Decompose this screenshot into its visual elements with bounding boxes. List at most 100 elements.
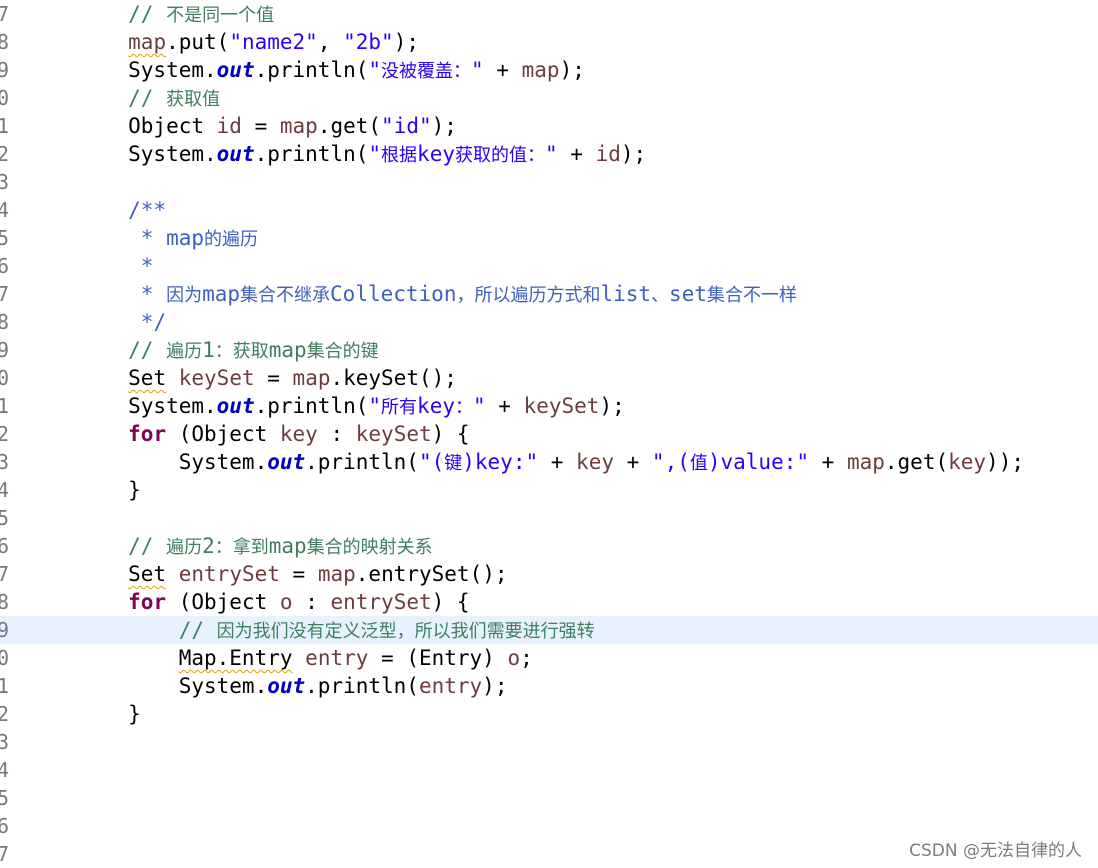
code-token: System.: [27, 674, 268, 698]
code-line[interactable]: 4 /**: [0, 196, 1098, 224]
code-token: System.: [27, 58, 217, 82]
code-line[interactable]: 3: [0, 728, 1098, 756]
code-editor[interactable]: 7 // 不是同一个值 8 map.put("name2", "2b"); 9 Sy…: [0, 0, 1098, 867]
code-token: key: [417, 394, 455, 418]
code-token: );: [559, 58, 585, 82]
code-token: map: [521, 58, 560, 82]
code-token: ": [472, 394, 486, 418]
code-token: "id": [381, 114, 432, 138]
code-token: :: [292, 590, 331, 614]
code-token: Set: [128, 562, 167, 586]
code-token: map: [317, 562, 356, 586]
code-token: o: [279, 590, 293, 614]
code-line[interactable]: 9 // 遍历1：获取map集合的键: [0, 336, 1098, 364]
code-text: System.out.println("所有key：" + keySet);: [27, 392, 1098, 422]
code-line[interactable]: 8 for (Object o : entrySet) {: [0, 588, 1098, 616]
code-text: Set entrySet = map.entrySet();: [27, 560, 1098, 588]
code-token: 值: [689, 453, 708, 474]
code-token: .println(: [254, 394, 369, 418]
code-text: System.out.println("(键)key:" + key + ",(…: [27, 448, 1098, 478]
code-token: .println(: [254, 58, 369, 82]
line-number: 8: [0, 310, 10, 334]
code-line[interactable]: 6 // 遍历2：拿到map集合的映射关系: [0, 532, 1098, 560]
code-line[interactable]: 3 System.out.println("(键)key:" + key + "…: [0, 448, 1098, 476]
code-token: ：拿到: [214, 537, 269, 558]
code-line[interactable]: 4: [0, 756, 1098, 784]
line-number: 6: [0, 254, 10, 278]
code-token: }: [27, 478, 141, 502]
line-number: 6: [0, 814, 10, 838]
code-line[interactable]: 0 // 获取值: [0, 84, 1098, 112]
code-line[interactable]: 7 // 不是同一个值: [0, 0, 1098, 28]
code-token: for: [128, 590, 167, 614]
code-line[interactable]: 8 map.put("name2", "2b");: [0, 28, 1098, 56]
code-line[interactable]: 7 * 因为map集合不继承Collection，所以遍历方式和list、set…: [0, 280, 1098, 308]
code-token: 集合不继承: [240, 285, 331, 306]
code-token: Object: [27, 114, 217, 138]
code-line[interactable]: 4 }: [0, 476, 1098, 504]
code-text: Object id = map.get("id");: [27, 112, 1098, 140]
line-number: 4: [0, 758, 10, 782]
code-token: key: [417, 142, 455, 166]
code-line[interactable]: 2 System.out.println("根据key获取的值：" + id);: [0, 140, 1098, 168]
code-token: ：: [454, 397, 473, 418]
code-line[interactable]: 0 Set keySet = map.keySet();: [0, 364, 1098, 392]
code-token: "(: [418, 450, 445, 474]
code-token: keySet: [523, 394, 600, 418]
code-line[interactable]: 5: [0, 504, 1098, 532]
code-line[interactable]: 1 System.out.println(entry);: [0, 672, 1098, 700]
code-text: System.out.println("根据key获取的值：" + id);: [27, 140, 1098, 170]
code-token: map: [846, 450, 885, 474]
code-token: 因为我们没有定义泛型，所以我们需要进行强转: [216, 621, 595, 642]
code-line[interactable]: 0 Map.Entry entry = (Entry) o;: [0, 644, 1098, 672]
code-line[interactable]: 5: [0, 784, 1098, 812]
code-line[interactable]: 2 for (Object key : keySet) {: [0, 420, 1098, 448]
code-line[interactable]: 9 System.out.println("没被覆盖：" + map);: [0, 56, 1098, 84]
line-number: 8: [0, 30, 10, 54]
code-token: key: [948, 450, 987, 474]
code-token: +: [538, 450, 577, 474]
code-line[interactable]: 1 System.out.println("所有key：" + keySet);: [0, 392, 1098, 420]
code-token: 因为: [166, 285, 203, 306]
code-line[interactable]: 1 Object id = map.get("id");: [0, 112, 1098, 140]
code-token: = (Entry): [368, 646, 508, 670]
code-token: }: [27, 702, 141, 726]
code-token: Collection: [330, 282, 457, 306]
code-token: ) {: [431, 590, 470, 614]
line-number: 7: [0, 2, 10, 26]
code-token: map: [268, 338, 307, 362]
line-number: 7: [0, 842, 10, 866]
line-number: 4: [0, 198, 10, 222]
line-number: 0: [0, 86, 10, 110]
code-token: ": [368, 58, 382, 82]
code-token: .get(: [317, 114, 382, 138]
line-number: 5: [0, 786, 10, 810]
code-text: map.put("name2", "2b");: [27, 28, 1098, 56]
code-token: =: [254, 366, 293, 390]
line-number: 2: [0, 422, 10, 446]
code-text: */: [27, 308, 1098, 336]
current-line[interactable]: 9 // 因为我们没有定义泛型，所以我们需要进行强转: [0, 616, 1098, 644]
code-line[interactable]: 6 *: [0, 252, 1098, 280]
code-line[interactable]: 2 }: [0, 700, 1098, 728]
code-line[interactable]: 8 */: [0, 308, 1098, 336]
code-token: set: [669, 282, 707, 306]
code-line[interactable]: 3: [0, 168, 1098, 196]
code-token: /**: [128, 198, 167, 222]
code-token: Set: [128, 366, 167, 390]
code-line[interactable]: 7 Set entrySet = map.entrySet();: [0, 560, 1098, 588]
code-token: key: [576, 450, 614, 474]
code-token: +: [557, 142, 596, 166]
line-number: 9: [0, 618, 10, 642]
code-token: =: [241, 114, 280, 138]
code-token: +: [483, 58, 522, 82]
code-token: ：获取: [214, 341, 269, 362]
code-token: 集合的键: [306, 341, 379, 362]
code-token: );: [393, 30, 419, 54]
code-token: )value:": [707, 450, 810, 474]
code-line[interactable]: 5 * map的遍历: [0, 224, 1098, 252]
code-text: for (Object o : entrySet) {: [27, 588, 1098, 616]
